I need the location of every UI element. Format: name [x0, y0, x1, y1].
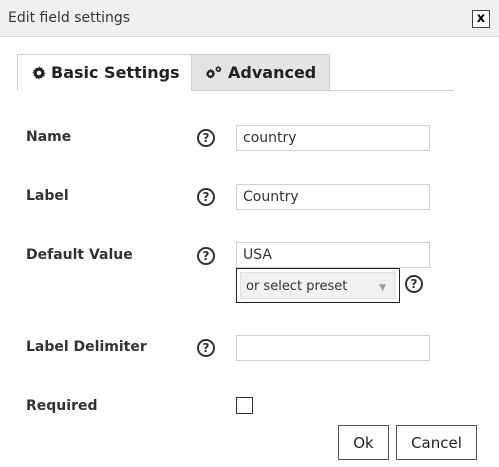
dialog-title: Edit field settings: [8, 10, 131, 26]
cancel-button[interactable]: Cancel: [396, 425, 477, 460]
default-value-input[interactable]: [236, 242, 430, 268]
gears-icon: [205, 65, 223, 80]
ok-button[interactable]: Ok: [338, 425, 389, 460]
tab-advanced[interactable]: Advanced: [192, 54, 330, 91]
tab-advanced-label: Advanced: [228, 63, 317, 82]
chevron-down-icon: ▼: [379, 283, 386, 293]
default-value-label: Default Value: [26, 247, 133, 263]
preset-help-icon[interactable]: ?: [405, 275, 423, 293]
preset-select-value: or select preset: [246, 279, 348, 294]
preset-select[interactable]: or select preset ▼: [236, 268, 400, 303]
dialog-titlebar: Edit field settings x: [0, 0, 499, 37]
default-value-help-icon[interactable]: ?: [197, 247, 215, 265]
close-icon: x: [476, 11, 486, 26]
required-checkbox[interactable]: [236, 397, 253, 414]
tab-basic-settings-label: Basic Settings: [51, 63, 180, 82]
label-help-icon[interactable]: ?: [197, 188, 215, 206]
label-label: Label: [26, 188, 69, 204]
label-delimiter-help-icon[interactable]: ?: [197, 339, 215, 357]
label-delimiter-label: Label Delimiter: [26, 339, 147, 355]
name-input[interactable]: [236, 125, 430, 151]
tab-basic-settings[interactable]: Basic Settings: [17, 54, 192, 91]
required-label: Required: [26, 398, 98, 414]
name-help-icon[interactable]: ?: [197, 129, 215, 147]
label-delimiter-input[interactable]: [236, 335, 430, 361]
name-label: Name: [26, 129, 72, 145]
gear-icon: [32, 65, 46, 80]
close-button[interactable]: x: [472, 10, 490, 28]
edit-field-settings-dialog: Edit field settings x Basic Settings Adv…: [0, 0, 499, 467]
preset-select-inner: or select preset ▼: [240, 272, 396, 299]
label-input[interactable]: [236, 184, 430, 210]
